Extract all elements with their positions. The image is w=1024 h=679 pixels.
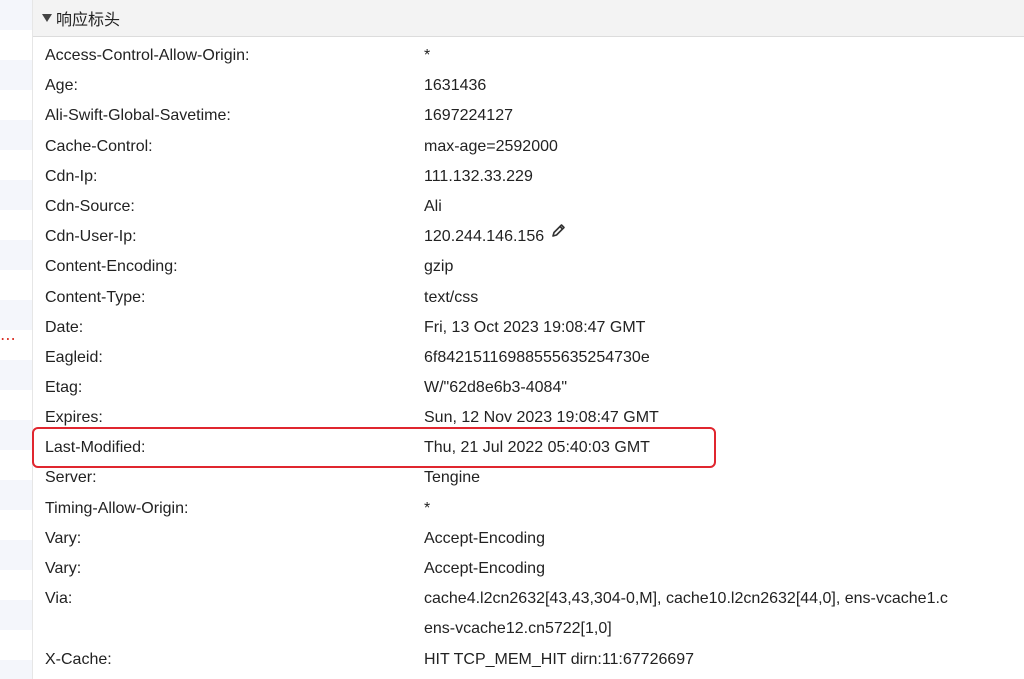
header-name: Content-Encoding: [45,258,178,276]
gutter-stripe [0,180,32,210]
header-row: Etag: W/"62d8e6b3-4084" [33,373,1024,403]
header-value: * [424,47,431,64]
gutter-stripe [0,60,32,90]
gutter-stripe [0,540,32,570]
section-title: 响应标头 [56,10,121,29]
header-value-with-edit: 120.244.146.156 [424,222,567,252]
header-value: Sun, 12 Nov 2023 19:08:47 GMT [424,409,659,427]
header-row: Cdn-User-Ip: 120.244.146.156 [33,222,1024,252]
header-list: Access-Control-Allow-Origin: * Age: 1631… [33,41,1024,675]
header-value: Thu, 21 Jul 2022 05:40:03 GMT [424,439,650,457]
gutter-stripe [0,30,32,60]
header-value: 111.132.33.229 [424,167,533,185]
header-name: Cache-Control: [45,137,153,155]
header-name: Cdn-User-Ip: [45,228,137,246]
header-name: Last-Modified: [45,439,146,457]
header-value: gzip [424,258,454,276]
gutter-stripe [0,630,32,660]
gutter-stripe [0,90,32,120]
header-value: Ali [424,197,442,215]
gutter-stripe [0,450,32,480]
gutter-stripe [0,210,32,240]
header-row: Vary: Accept-Encoding [33,554,1024,584]
header-value: Accept-Encoding [424,560,545,577]
gutter-stripe [0,570,32,600]
gutter-stripe [0,660,32,679]
header-name: Date: [45,318,84,336]
header-name: Cdn-Ip: [45,167,98,185]
header-name: Via: [45,590,73,608]
header-name: Content-Type: [45,288,146,306]
header-row: Content-Type: text/css [33,283,1024,313]
header-value: 120.244.146.156 [424,228,545,246]
gutter-stripe [0,300,32,330]
gutter-stripe [0,270,32,300]
gutter-marker: ⋯ [0,331,17,348]
header-value: Tengine [424,469,481,487]
header-row-continuation: ens-vcache12.cn5722[1,0] [33,614,1024,644]
gutter-stripe [0,240,32,270]
header-name: Server: [45,469,97,487]
header-row: Vary: Accept-Encoding [33,524,1024,554]
header-name: Timing-Allow-Origin: [45,499,189,517]
header-row: Cdn-Ip: 111.132.33.229 [33,162,1024,192]
pencil-icon[interactable] [550,220,567,250]
header-value: Fri, 13 Oct 2023 19:08:47 GMT [424,318,646,336]
header-row: Server: Tengine [33,463,1024,493]
gutter-stripe [0,120,32,150]
header-value: HIT TCP_MEM_HIT dirn:11:67726697 [424,650,695,668]
response-headers-section-header[interactable]: 响应标头 [33,0,1024,37]
header-row: Cdn-Source: Ali [33,192,1024,222]
gutter-stripe [0,600,32,630]
gutter-stripe [0,360,32,390]
gutter-stripe [0,510,32,540]
header-name: X-Cache: [45,650,112,668]
triangle-down-icon[interactable] [42,14,52,22]
gutter-stripe [0,480,32,510]
header-value: cache4.l2cn2632[43,43,304-0,M], cache10.… [424,590,948,608]
header-row: Cache-Control: max-age=2592000 [33,132,1024,162]
header-name: Vary: [45,529,82,547]
header-row-last-modified: Last-Modified: Thu, 21 Jul 2022 05:40:03… [33,433,1024,463]
gutter-stripe [0,0,32,30]
header-name: Age: [45,77,78,95]
header-value: 1697224127 [424,107,513,125]
header-value: 1631436 [424,77,487,95]
header-row: Timing-Allow-Origin: * [33,494,1024,524]
gutter-stripe [0,420,32,450]
header-row: Access-Control-Allow-Origin: * [33,41,1024,71]
header-value: ens-vcache12.cn5722[1,0] [424,620,612,638]
header-name: Cdn-Source: [45,197,135,215]
header-value: 6f84215116988555635254730e [424,348,650,366]
header-value: W/"62d8e6b3-4084" [424,379,568,397]
header-name: Vary: [45,560,82,577]
header-value: * [424,499,431,517]
gutter-stripe [0,390,32,420]
header-value: text/css [424,288,479,306]
header-value: Accept-Encoding [424,529,545,547]
header-name: Access-Control-Allow-Origin: [45,47,250,64]
response-headers-panel: ⋯ 响应标头 Access-Control-Allow-Origin: * Ag… [0,0,1024,679]
header-name: Eagleid: [45,348,103,366]
header-row: Age: 1631436 [33,71,1024,101]
header-row: Date: Fri, 13 Oct 2023 19:08:47 GMT [33,313,1024,343]
header-name: Etag: [45,379,83,397]
header-row: Via: cache4.l2cn2632[43,43,304-0,M], cac… [33,584,1024,614]
header-row: Eagleid: 6f84215116988555635254730e [33,343,1024,373]
header-row-expires: Expires: Sun, 12 Nov 2023 19:08:47 GMT [33,403,1024,431]
header-name: Expires: [45,409,103,427]
header-row: Ali-Swift-Global-Savetime: 1697224127 [33,101,1024,131]
header-value: max-age=2592000 [424,137,558,155]
header-row: Content-Encoding: gzip [33,252,1024,282]
gutter-stripe [0,150,32,180]
header-row: X-Cache: HIT TCP_MEM_HIT dirn:11:6772669… [33,645,1024,675]
header-name: Ali-Swift-Global-Savetime: [45,107,231,125]
